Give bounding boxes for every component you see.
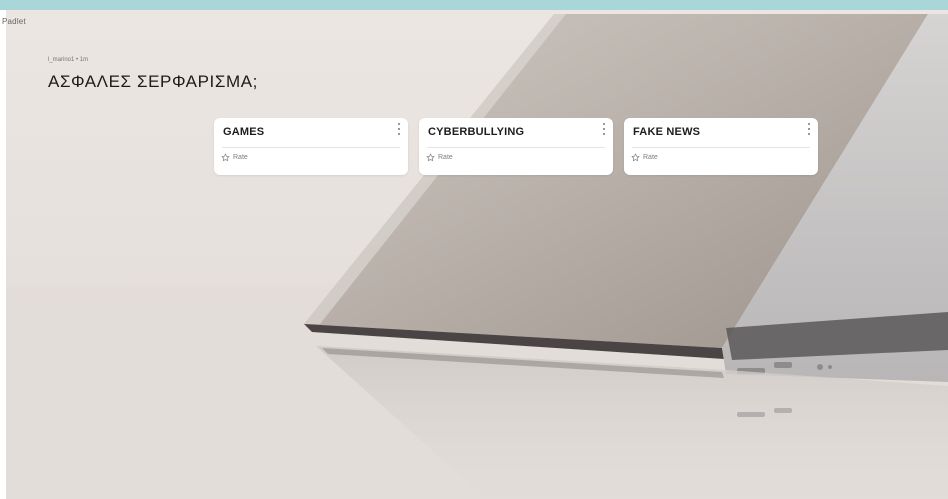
more-vertical-icon[interactable]: [806, 123, 812, 135]
rate-label: Rate: [643, 154, 658, 161]
board-author-meta: l_marino1 • 1m: [48, 57, 89, 63]
rate-label: Rate: [233, 154, 248, 161]
star-outline-icon: [631, 153, 640, 162]
rate-button[interactable]: Rate: [426, 153, 453, 162]
padlet-logo[interactable]: Padlet: [2, 17, 26, 26]
post-title: GAMES: [223, 126, 265, 138]
post-divider: [427, 147, 605, 148]
post-card-fake-news[interactable]: FAKE NEWS Rate: [624, 118, 818, 175]
rate-button[interactable]: Rate: [631, 153, 658, 162]
post-card-cyberbullying[interactable]: CYBERBULLYING Rate: [419, 118, 613, 175]
post-divider: [222, 147, 400, 148]
more-vertical-icon[interactable]: [601, 123, 607, 135]
board-title: ΑΣΦΑΛΕΣ ΣΕΡΦΑΡΙΣΜΑ;: [48, 72, 258, 91]
rate-label: Rate: [438, 154, 453, 161]
star-outline-icon: [221, 153, 230, 162]
post-title: CYBERBULLYING: [428, 126, 525, 138]
post-title: FAKE NEWS: [633, 126, 701, 138]
post-divider: [632, 147, 810, 148]
padlet-board: Padlet l_marino1 • 1m ΑΣΦΑΛΕΣ ΣΕΡΦΑΡΙΣΜΑ…: [0, 0, 948, 499]
post-card-games[interactable]: GAMES Rate: [214, 118, 408, 175]
more-vertical-icon[interactable]: [396, 123, 402, 135]
star-outline-icon: [426, 153, 435, 162]
rate-button[interactable]: Rate: [221, 153, 248, 162]
top-strip: [0, 0, 948, 10]
